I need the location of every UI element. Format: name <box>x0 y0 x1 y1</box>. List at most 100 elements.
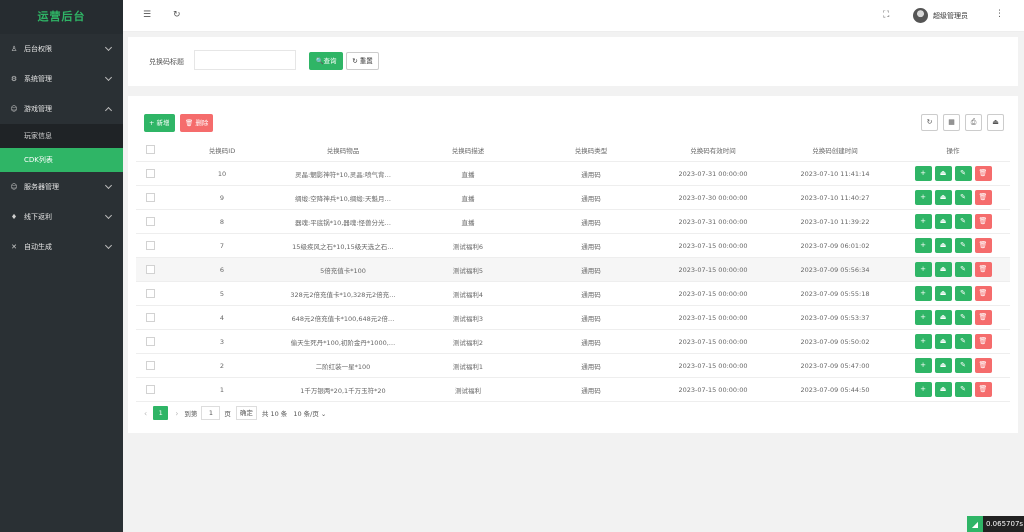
chevron-icon <box>104 181 113 190</box>
sidebar-item-1[interactable]: ⚙ 系统管理 <box>0 64 123 94</box>
add-op-icon[interactable]: + <box>914 262 932 277</box>
prev-page-icon[interactable]: ‹ <box>144 409 147 418</box>
add-op-icon[interactable]: + <box>914 382 932 397</box>
edit-op-icon[interactable]: ✎ <box>954 382 972 397</box>
export-icon[interactable]: ⏏ <box>987 114 1004 131</box>
cell-desc: 直播 <box>461 170 475 179</box>
add-op-icon[interactable]: + <box>914 334 932 349</box>
row-checkbox[interactable] <box>145 265 155 274</box>
page-size-select[interactable]: 10 条/页 ⌄ <box>293 408 326 418</box>
edit-op-icon[interactable]: ✎ <box>954 214 972 229</box>
table-row: 8 器魂:平底锅*10,器魂:怪兽分光… 直播 通用码 2023-07-31 00:00… <box>136 210 1010 234</box>
user-menu[interactable]: 超级管理员 <box>913 8 968 23</box>
sidebar-menu: ♙ 后台权限 ⚙ 系统管理 ☺ 游戏管理 玩家信息 CDK列表 ☺ 服务器管理 ♦ 线下返利 ✕ 自动生成 <box>0 34 123 262</box>
delete-op-icon[interactable]: 🗑 <box>974 334 992 349</box>
query-button[interactable]: 🔍查询 <box>309 52 343 70</box>
delete-op-icon[interactable]: 🗑 <box>974 358 992 373</box>
export-op-icon[interactable]: ⏏ <box>934 190 952 205</box>
export-op-icon[interactable]: ⏏ <box>934 286 952 301</box>
export-op-icon[interactable]: ⏏ <box>934 310 952 325</box>
delete-op-icon[interactable]: 🗑 <box>974 190 992 205</box>
row-checkbox[interactable] <box>145 289 155 298</box>
row-checkbox[interactable] <box>145 385 155 394</box>
cell-type: 通用码 <box>581 194 601 203</box>
cell-item: 绸缎:空降神兵*10,绸缎:天魁月… <box>295 194 391 203</box>
next-page-icon[interactable]: › <box>175 409 178 418</box>
cell-type: 通用码 <box>581 290 601 299</box>
add-op-icon[interactable]: + <box>914 190 932 205</box>
pagination: ‹ 1 › 到第 1 页 确定 共 10 条 10 条/页 ⌄ <box>144 406 326 420</box>
sidebar-item-0[interactable]: ♙ 后台权限 <box>0 34 123 64</box>
row-checkbox[interactable] <box>145 193 155 202</box>
edit-op-icon[interactable]: ✎ <box>954 358 972 373</box>
add-op-icon[interactable]: + <box>914 286 932 301</box>
delete-op-icon[interactable]: 🗑 <box>974 166 992 181</box>
delete-op-icon[interactable]: 🗑 <box>974 214 992 229</box>
delete-op-icon[interactable]: 🗑 <box>974 262 992 277</box>
cell-id: 6 <box>219 265 225 274</box>
row-checkbox-cell <box>136 337 164 346</box>
sidebar-item-5[interactable]: ✕ 自动生成 <box>0 232 123 262</box>
sidebar-item-3[interactable]: ☺ 服务器管理 <box>0 172 123 202</box>
goto-page-input[interactable]: 1 <box>201 406 221 420</box>
cell-valid: 2023-07-15 00:00:00 <box>678 361 748 370</box>
cell-desc: 测试福利2 <box>452 338 484 347</box>
print-icon[interactable]: ⎙ <box>965 114 982 131</box>
row-checkbox[interactable] <box>145 217 155 226</box>
sidebar-item-4[interactable]: ♦ 线下返利 <box>0 202 123 232</box>
add-button[interactable]: + 新增 <box>144 114 175 132</box>
edit-op-icon[interactable]: ✎ <box>954 334 972 349</box>
delete-op-icon[interactable]: 🗑 <box>974 382 992 397</box>
edit-op-icon[interactable]: ✎ <box>954 166 972 181</box>
row-checkbox-cell <box>136 169 164 178</box>
export-op-icon[interactable]: ⏏ <box>934 334 952 349</box>
row-checkbox[interactable] <box>145 361 155 370</box>
cell-valid: 2023-07-31 00:00:00 <box>678 217 748 226</box>
row-checkbox[interactable] <box>145 337 155 346</box>
edit-op-icon[interactable]: ✎ <box>954 310 972 325</box>
sidebar-item-2[interactable]: ☺ 游戏管理 <box>0 94 123 124</box>
add-op-icon[interactable]: + <box>914 358 932 373</box>
add-op-icon[interactable]: + <box>914 166 932 181</box>
export-op-icon[interactable]: ⏏ <box>934 358 952 373</box>
add-op-icon[interactable]: + <box>914 310 932 325</box>
columns-icon[interactable]: ▦ <box>943 114 960 131</box>
row-checkbox[interactable] <box>145 313 155 322</box>
sidebar-subitem-2-1[interactable]: CDK列表 <box>0 148 123 172</box>
sidebar-item-label: 后台权限 <box>24 45 52 53</box>
refresh-icon[interactable]: ↻ <box>921 114 938 131</box>
edit-op-icon[interactable]: ✎ <box>954 190 972 205</box>
export-op-icon[interactable]: ⏏ <box>934 238 952 253</box>
current-page[interactable]: 1 <box>153 406 169 420</box>
export-op-icon[interactable]: ⏏ <box>934 166 952 181</box>
cell-id: 8 <box>219 217 225 226</box>
more-icon[interactable]: ⋮ <box>995 9 1004 19</box>
export-op-icon[interactable]: ⏏ <box>934 262 952 277</box>
delete-button[interactable]: 🗑 删除 <box>180 114 214 132</box>
add-op-icon[interactable]: + <box>914 214 932 229</box>
cell-item: 648元2倍充值卡*100,648元2倍… <box>291 314 395 323</box>
refresh-icon[interactable]: ↻ <box>173 10 181 20</box>
user-name: 超级管理员 <box>933 11 968 20</box>
edit-op-icon[interactable]: ✎ <box>954 286 972 301</box>
goto-confirm-button[interactable]: 确定 <box>235 406 257 420</box>
delete-op-icon[interactable]: 🗑 <box>974 238 992 253</box>
delete-op-icon[interactable]: 🗑 <box>974 310 992 325</box>
edit-op-icon[interactable]: ✎ <box>954 262 972 277</box>
export-op-icon[interactable]: ⏏ <box>934 214 952 229</box>
edit-op-icon[interactable]: ✎ <box>954 238 972 253</box>
menu-toggle-icon[interactable]: ☰ <box>143 10 151 20</box>
fullscreen-icon[interactable]: ⛶ <box>883 10 889 20</box>
cell-type: 通用码 <box>581 386 601 395</box>
select-all-checkbox[interactable] <box>145 145 155 154</box>
cell-id: 5 <box>219 289 225 298</box>
row-checkbox[interactable] <box>145 241 155 250</box>
row-checkbox[interactable] <box>145 169 155 178</box>
column-header: 操作 <box>946 146 960 155</box>
add-op-icon[interactable]: + <box>914 238 932 253</box>
export-op-icon[interactable]: ⏏ <box>934 382 952 397</box>
delete-op-icon[interactable]: 🗑 <box>974 286 992 301</box>
sidebar-subitem-2-0[interactable]: 玩家信息 <box>0 124 123 148</box>
search-input[interactable] <box>194 50 296 70</box>
reset-button[interactable]: ↻ 重置 <box>346 52 379 70</box>
